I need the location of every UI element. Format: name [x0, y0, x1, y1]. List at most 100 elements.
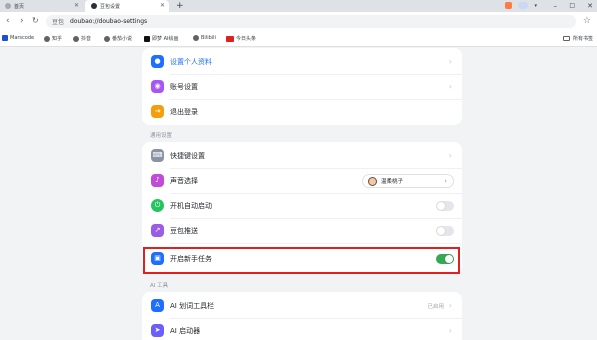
tab-strip: 首页 ✕ 豆包设置 ✕ + ▾ – □ ✕: [0, 0, 597, 12]
row-push[interactable]: ↗ 豆包推送: [142, 218, 462, 243]
chevron-right-icon: ›: [448, 82, 452, 91]
bookmark-marscode[interactable]: Marscode: [2, 35, 34, 41]
row-label: 声音选择: [170, 176, 198, 185]
bookmark-label: Bilibili: [201, 35, 216, 41]
toggle-knob: [437, 201, 445, 210]
row-label: 开机自动启动: [170, 201, 212, 210]
chevron-right-icon: ›: [448, 326, 452, 335]
row-ai-launcher[interactable]: ➤ AI 启动器 ›: [142, 318, 462, 340]
divider: [170, 243, 462, 244]
row-label: 设置个人资料: [170, 57, 212, 66]
marscode-icon: [2, 35, 8, 41]
section-title-general: 通用设置: [150, 133, 173, 139]
user-icon: ●: [151, 55, 164, 68]
tab-settings-label: 豆包设置: [100, 3, 121, 10]
row-label: 退出登录: [170, 107, 198, 116]
sound-icon: ♪: [151, 174, 164, 187]
voice-select[interactable]: 温柔桃子 ›: [362, 174, 454, 188]
chevron-right-icon: ›: [448, 301, 452, 310]
ai-tools-card: A AI 划词工具栏 已启用 › ➤ AI 启动器 ›: [142, 292, 462, 340]
bookmark-zhihu[interactable]: 知乎: [44, 35, 62, 42]
bookmark-bilibili[interactable]: Bilibili: [193, 35, 216, 41]
maximize-button[interactable]: □: [569, 0, 575, 12]
close-icon[interactable]: ✕: [160, 3, 165, 9]
voice-avatar: [368, 176, 377, 186]
chevron-right-icon: ›: [448, 57, 452, 66]
globe-icon: [73, 35, 79, 42]
all-bookmarks-button[interactable]: 所有书签: [562, 35, 593, 42]
globe-icon: [44, 35, 50, 42]
star-icon[interactable]: ☆: [583, 15, 591, 27]
jimeng-icon: [144, 35, 150, 42]
general-card: ⌨ 快捷键设置 › ♪ 声音选择 温柔桃子 › ⏻ 开机自动启动 ↗ 豆包推送: [142, 142, 462, 273]
browser-toolbar: ‹ › ↻ 豆包 doubao://doubao-settings ☆: [0, 12, 597, 31]
bookmark-toutiao[interactable]: 今日头条: [226, 35, 256, 42]
bookmarks-bar: Marscode 知乎 抖音 番茄小说 即梦 AI绘画 Bilibili 今日头…: [0, 31, 597, 47]
folder-icon: [562, 36, 570, 41]
bookmark-label: 即梦 AI绘画: [152, 36, 179, 42]
voice-selected-value: 温柔桃子: [381, 179, 404, 185]
window-close-button[interactable]: ✕: [587, 0, 593, 12]
forward-button[interactable]: ›: [20, 16, 24, 26]
autostart-toggle[interactable]: [436, 200, 454, 211]
chevron-right-icon: ›: [444, 177, 447, 185]
row-shortcuts[interactable]: ⌨ 快捷键设置 ›: [142, 143, 462, 168]
toggle-knob: [437, 226, 445, 235]
bookmark-douyin[interactable]: 抖音: [73, 35, 91, 42]
tab-settings[interactable]: 豆包设置 ✕: [85, 0, 169, 12]
logout-icon: ⇥: [151, 105, 164, 118]
toggle-knob: [445, 254, 453, 263]
profile-avatar[interactable]: [518, 2, 529, 9]
toutiao-icon: [226, 35, 234, 42]
keyboard-icon: ⌨: [151, 149, 164, 162]
minimize-button[interactable]: –: [554, 0, 558, 12]
close-icon[interactable]: ✕: [74, 3, 79, 9]
globe-icon: [193, 35, 199, 41]
all-bookmarks-label: 所有书签: [572, 36, 593, 42]
bookmark-label: 知乎: [52, 36, 63, 42]
row-voice[interactable]: ♪ 声音选择 温柔桃子 ›: [142, 168, 462, 193]
tab-home-label: 首页: [14, 3, 25, 10]
reload-button[interactable]: ↻: [32, 16, 39, 26]
bookmark-fanqie[interactable]: 番茄小说: [104, 35, 132, 42]
row-autostart[interactable]: ⏻ 开机自动启动: [142, 193, 462, 218]
account-card: ● 设置个人资料 › ◉ 账号设置 › ⇥ 退出登录: [142, 48, 462, 125]
row-label: 开启新手任务: [170, 254, 212, 263]
address-url: doubao://doubao-settings: [70, 18, 148, 25]
doubao-tab-icon: [91, 3, 97, 9]
bookmark-label: 番茄小说: [112, 36, 133, 42]
row-label: 快捷键设置: [170, 151, 205, 160]
back-button[interactable]: ‹: [6, 16, 10, 26]
extension-icon[interactable]: [505, 2, 513, 9]
settings-content: ● 设置个人资料 › ◉ 账号设置 › ⇥ 退出登录 通用设置 ⌨ 快捷键设置 …: [0, 47, 597, 340]
bookmark-label: Marscode: [10, 35, 35, 41]
ai-text-icon: A: [151, 299, 164, 312]
bookmark-jimeng[interactable]: 即梦 AI绘画: [144, 35, 179, 42]
row-label: AI 划词工具栏: [170, 301, 215, 310]
new-tab-button[interactable]: +: [176, 0, 184, 12]
account-icon: ◉: [151, 80, 164, 93]
row-profile[interactable]: ● 设置个人资料 ›: [142, 49, 462, 74]
row-label: 豆包推送: [170, 226, 198, 235]
rocket-icon: ➤: [151, 324, 164, 337]
push-toggle[interactable]: [436, 225, 454, 236]
chevron-right-icon: ›: [448, 151, 452, 160]
window-extras: ▾: [505, 2, 537, 9]
push-icon: ↗: [151, 224, 164, 237]
section-title-ai-tools: AI 工具: [150, 283, 169, 289]
address-site-label: 豆包: [52, 19, 65, 26]
row-label: 账号设置: [170, 82, 198, 91]
enabled-status: 已启用: [427, 303, 444, 310]
row-ai-text-toolbar[interactable]: A AI 划词工具栏 已启用 ›: [142, 293, 462, 318]
address-bar[interactable]: 豆包 doubao://doubao-settings: [46, 15, 576, 28]
globe-icon: [104, 35, 110, 42]
row-account-settings[interactable]: ◉ 账号设置 ›: [142, 74, 462, 99]
bookmark-label: 今日头条: [236, 36, 257, 42]
bookmark-label: 抖音: [81, 36, 92, 42]
row-logout[interactable]: ⇥ 退出登录: [142, 99, 462, 124]
home-tab-icon: [5, 3, 11, 9]
tab-home[interactable]: 首页 ✕: [2, 0, 82, 12]
dropdown-icon[interactable]: ▾: [534, 3, 537, 9]
row-newbie-tasks[interactable]: ▣ 开启新手任务: [142, 246, 462, 271]
newbie-tasks-toggle[interactable]: [436, 253, 454, 264]
